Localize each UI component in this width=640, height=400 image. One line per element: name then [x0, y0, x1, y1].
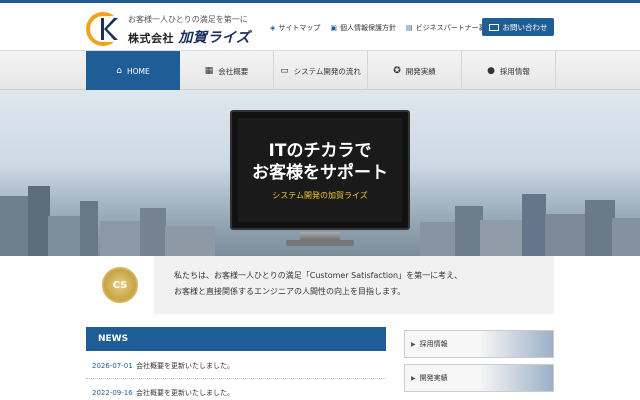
hero-monitor: ITのチカラで お客様をサポート システム開発の加賀ライズ	[230, 110, 410, 230]
news-text: 会社概要を更新いたしました。	[136, 388, 234, 397]
monitor-base	[286, 240, 354, 246]
contact-button-label: お問い合わせ	[502, 22, 548, 32]
hero-banner: ITのチカラで お客様をサポート システム開発の加賀ライズ	[0, 90, 640, 256]
home-icon: ⌂	[116, 66, 122, 76]
news-text: 会社概要を更新いたしました。	[136, 361, 234, 370]
nav-item-label: 開発実績	[405, 66, 436, 76]
cs-medal-icon: CS	[102, 267, 138, 303]
sitemap-icon: ◈	[270, 24, 276, 32]
lock-icon: ▣	[330, 24, 338, 32]
util-link-partner[interactable]: ▤ ビジネスパートナー募集	[406, 23, 493, 33]
skyline-building	[612, 218, 640, 256]
news-heading: NEWS	[86, 327, 386, 351]
award-icon: ✪	[393, 66, 401, 76]
envelope-icon	[488, 23, 499, 31]
nav-item-recruit[interactable]: ● 採用情報	[462, 51, 556, 91]
skyline-building	[480, 220, 524, 256]
nav-item-home[interactable]: ⌂ HOME	[86, 51, 180, 91]
cs-badge-text: CS	[112, 279, 128, 291]
side-banner-works[interactable]: ▶ 開発実績	[404, 364, 554, 392]
news-title: NEWS	[98, 334, 129, 344]
nav-item-label: 会社概要	[218, 66, 249, 76]
monitor-icon: ▭	[280, 66, 289, 76]
nav-item-label: HOME	[126, 66, 150, 76]
site-header: お客様一人ひとりの満足を第一に 株式会社 加賀ライズ ◈ サイトマップ ▣ 個人…	[0, 3, 640, 50]
news-date: 2022-09-16	[92, 388, 133, 397]
cs-statement: CS 私たちは、お客様一人ひとりの満足「Customer Satisfactio…	[86, 256, 554, 314]
skyline-building	[545, 214, 585, 256]
logo-company-prefix: 株式会社	[128, 32, 174, 45]
nav-item-label: 採用情報	[499, 66, 530, 76]
hero-headline-1: ITのチカラで	[268, 140, 372, 161]
skyline-building	[522, 194, 546, 256]
handshake-icon: ▤	[406, 24, 413, 32]
side-banner-recruit[interactable]: ▶ 採用情報	[404, 330, 554, 358]
hero-subline: システム開発の加賀ライズ	[272, 190, 368, 200]
skyline-building	[455, 206, 483, 256]
nav-item-works[interactable]: ✪ 開発実績	[368, 51, 462, 91]
util-link-privacy[interactable]: ▣ 個人情報保護方針	[330, 23, 396, 33]
skyline-building	[420, 222, 460, 256]
building-icon: ▦	[204, 66, 214, 76]
hero-headline-2: お客様をサポート	[252, 162, 388, 183]
logo-tagline: お客様一人ひとりの満足を第一に	[128, 15, 248, 24]
logo-ck-icon	[86, 12, 120, 46]
side-banner-label: 開発実績	[419, 374, 448, 382]
news-date: 2026-07-01	[92, 361, 133, 370]
news-item[interactable]: 2026-07-01 会社概要を更新いたしました。	[86, 353, 386, 379]
side-banner-label: 採用情報	[419, 340, 448, 348]
person-icon: ●	[487, 66, 495, 76]
news-item[interactable]: 2022-09-16 会社概要を更新いたしました。	[86, 380, 386, 400]
skyline-building	[100, 221, 140, 256]
skyline-building	[80, 201, 98, 256]
skyline-building	[140, 208, 166, 256]
logo-company-brand: 加賀ライズ	[178, 30, 251, 46]
cs-text: 私たちは、お客様一人ひとりの満足「Customer Satisfaction」を…	[174, 268, 462, 300]
contact-button[interactable]: お問い合わせ	[482, 18, 554, 36]
cs-text-line1: 私たちは、お客様一人ひとりの満足「Customer Satisfaction」を…	[174, 271, 463, 280]
nav-item-company[interactable]: ▦ 会社概要	[180, 51, 274, 91]
arrow-right-icon: ▶	[411, 374, 416, 382]
skyline-building	[585, 200, 615, 256]
hero-monitor-screen: ITのチカラで お客様をサポート システム開発の加賀ライズ	[238, 118, 402, 222]
nav-item-system-flow[interactable]: ▭ システム開発の流れ	[274, 51, 368, 91]
cs-text-line2: お客様と直接関係するエンジニアの人間性の向上を目指します。	[174, 287, 406, 296]
site-logo[interactable]: お客様一人ひとりの満足を第一に 株式会社 加賀ライズ	[86, 12, 256, 46]
skyline-building	[165, 226, 215, 256]
skyline-building	[48, 216, 84, 256]
skyline-building	[0, 196, 30, 256]
arrow-right-icon: ▶	[411, 340, 416, 348]
main-nav: ⌂ HOME ▦ 会社概要 ▭ システム開発の流れ ✪ 開発実績 ● 採用情報	[0, 50, 640, 91]
util-link-label: 個人情報保護方針	[340, 24, 397, 32]
nav-item-label: システム開発の流れ	[293, 66, 361, 76]
skyline-building	[28, 186, 50, 256]
logo-company-name: 株式会社 加賀ライズ	[128, 27, 250, 47]
cs-badge-area: CS	[86, 256, 154, 314]
util-link-label: サイトマップ	[278, 24, 321, 32]
util-link-sitemap[interactable]: ◈ サイトマップ	[270, 23, 320, 33]
utility-links: ◈ サイトマップ ▣ 個人情報保護方針 ▤ ビジネスパートナー募集	[270, 23, 493, 33]
